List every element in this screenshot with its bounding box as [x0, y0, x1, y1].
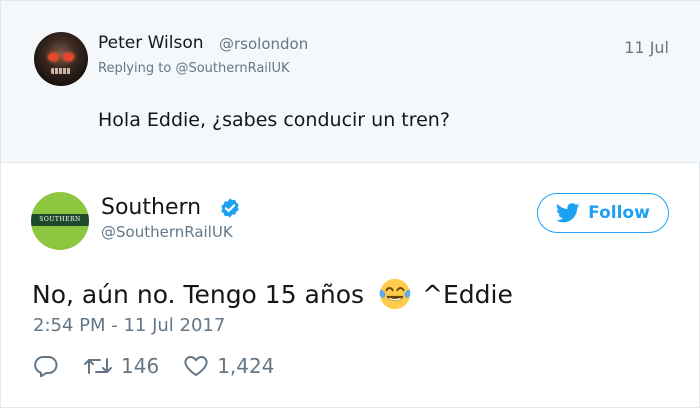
reply-icon: [34, 355, 58, 378]
reply-tweet[interactable]: Peter Wilson @rsolondon 11 Jul Replying …: [1, 1, 700, 163]
reply-date[interactable]: 11 Jul: [624, 38, 669, 57]
heart-icon: [184, 356, 208, 376]
tweet-text-signature: ^Eddie: [422, 279, 513, 309]
replying-to-prefix: Replying to: [98, 61, 176, 76]
southern-avatar[interactable]: SOUTHERN: [31, 192, 89, 250]
verified-badge-icon: [221, 198, 239, 218]
retweet-count[interactable]: 146: [121, 354, 159, 378]
follow-label: Follow: [588, 203, 650, 223]
twitter-bird-icon: [556, 203, 580, 223]
avatar-eye: [48, 53, 59, 61]
tweet-card: Peter Wilson @rsolondon 11 Jul Replying …: [0, 0, 700, 408]
avatar-top-band: [31, 192, 89, 214]
tweet-author-name[interactable]: Southern: [101, 195, 201, 220]
follow-button[interactable]: Follow: [537, 193, 669, 233]
replying-to: Replying to @SouthernRailUK: [98, 61, 290, 76]
tweet-author-handle[interactable]: @SouthernRailUK: [101, 223, 233, 241]
replying-to-handle[interactable]: @SouthernRailUK: [175, 61, 289, 76]
tweet-actions: 146 1,424: [33, 351, 298, 381]
retweet-icon: [84, 358, 112, 374]
avatar-bottom-band: [31, 226, 89, 250]
reply-text: Hola Eddie, ¿sabes conducir un tren?: [98, 109, 450, 131]
reply-author-name[interactable]: Peter Wilson: [98, 33, 204, 53]
avatar[interactable]: [34, 32, 88, 86]
avatar-logo-band: SOUTHERN: [31, 214, 89, 226]
avatar-teeth: [51, 68, 71, 74]
avatar-logo-text: SOUTHERN: [39, 216, 81, 223]
retweet-button[interactable]: 146: [83, 354, 159, 378]
reply-author-handle[interactable]: @rsolondon: [219, 35, 308, 53]
tweet-text-main: No, aún no. Tengo 15 años: [32, 279, 365, 309]
reply-button[interactable]: [33, 354, 59, 378]
tweet-timestamp[interactable]: 2:54 PM - 11 Jul 2017: [33, 315, 225, 336]
avatar-eye: [63, 53, 74, 61]
tweet-text: No, aún no. Tengo 15 años ^Eddie: [32, 277, 513, 311]
tears-of-joy-emoji-icon: [379, 278, 411, 310]
like-button[interactable]: 1,424: [183, 354, 274, 378]
like-count[interactable]: 1,424: [217, 354, 274, 378]
